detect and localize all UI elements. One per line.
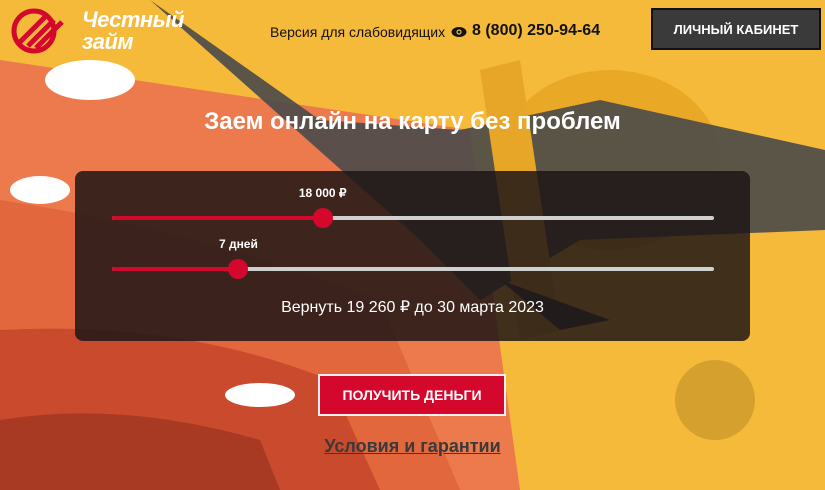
amount-slider-fill [112,216,323,220]
page-title: Заем онлайн на карту без проблем [204,108,621,135]
header: Честный займ Версия для слабовидящих 8 (… [0,0,825,62]
terms-link[interactable]: Условия и гарантии [0,436,825,457]
logo-text-line2: займ [82,29,134,54]
loan-calculator: 18 000 ₽ 7 дней Вернуть 19 260 ₽ до 30 м… [75,171,750,341]
phone-number[interactable]: 8 (800) 250-94-64 [472,22,600,40]
amount-slider-handle[interactable] [312,208,333,228]
logo-icon [11,8,64,54]
term-value: 7 дней [218,237,258,251]
term-slider-handle[interactable] [228,259,249,279]
logo-text-line1: Честный [82,7,184,32]
logo[interactable]: Честный займ [10,8,184,54]
accessibility-label: Версия для слабовидящих [270,24,446,40]
repayment-summary: Вернуть 19 260 ₽ до 30 марта 2023 [281,299,544,316]
amount-value: 18 000 ₽ [298,186,347,200]
term-slider[interactable]: 7 дней [112,237,714,279]
eye-icon [451,27,467,37]
personal-cabinet-button[interactable]: ЛИЧНЫЙ КАБИНЕТ [651,8,821,50]
term-slider-fill [112,267,239,271]
logo-text: Честный займ [82,9,184,53]
get-money-button[interactable]: ПОЛУЧИТЬ ДЕНЬГИ [318,374,506,416]
amount-slider[interactable]: 18 000 ₽ [112,186,714,228]
accessibility-link[interactable]: Версия для слабовидящих [270,24,467,40]
